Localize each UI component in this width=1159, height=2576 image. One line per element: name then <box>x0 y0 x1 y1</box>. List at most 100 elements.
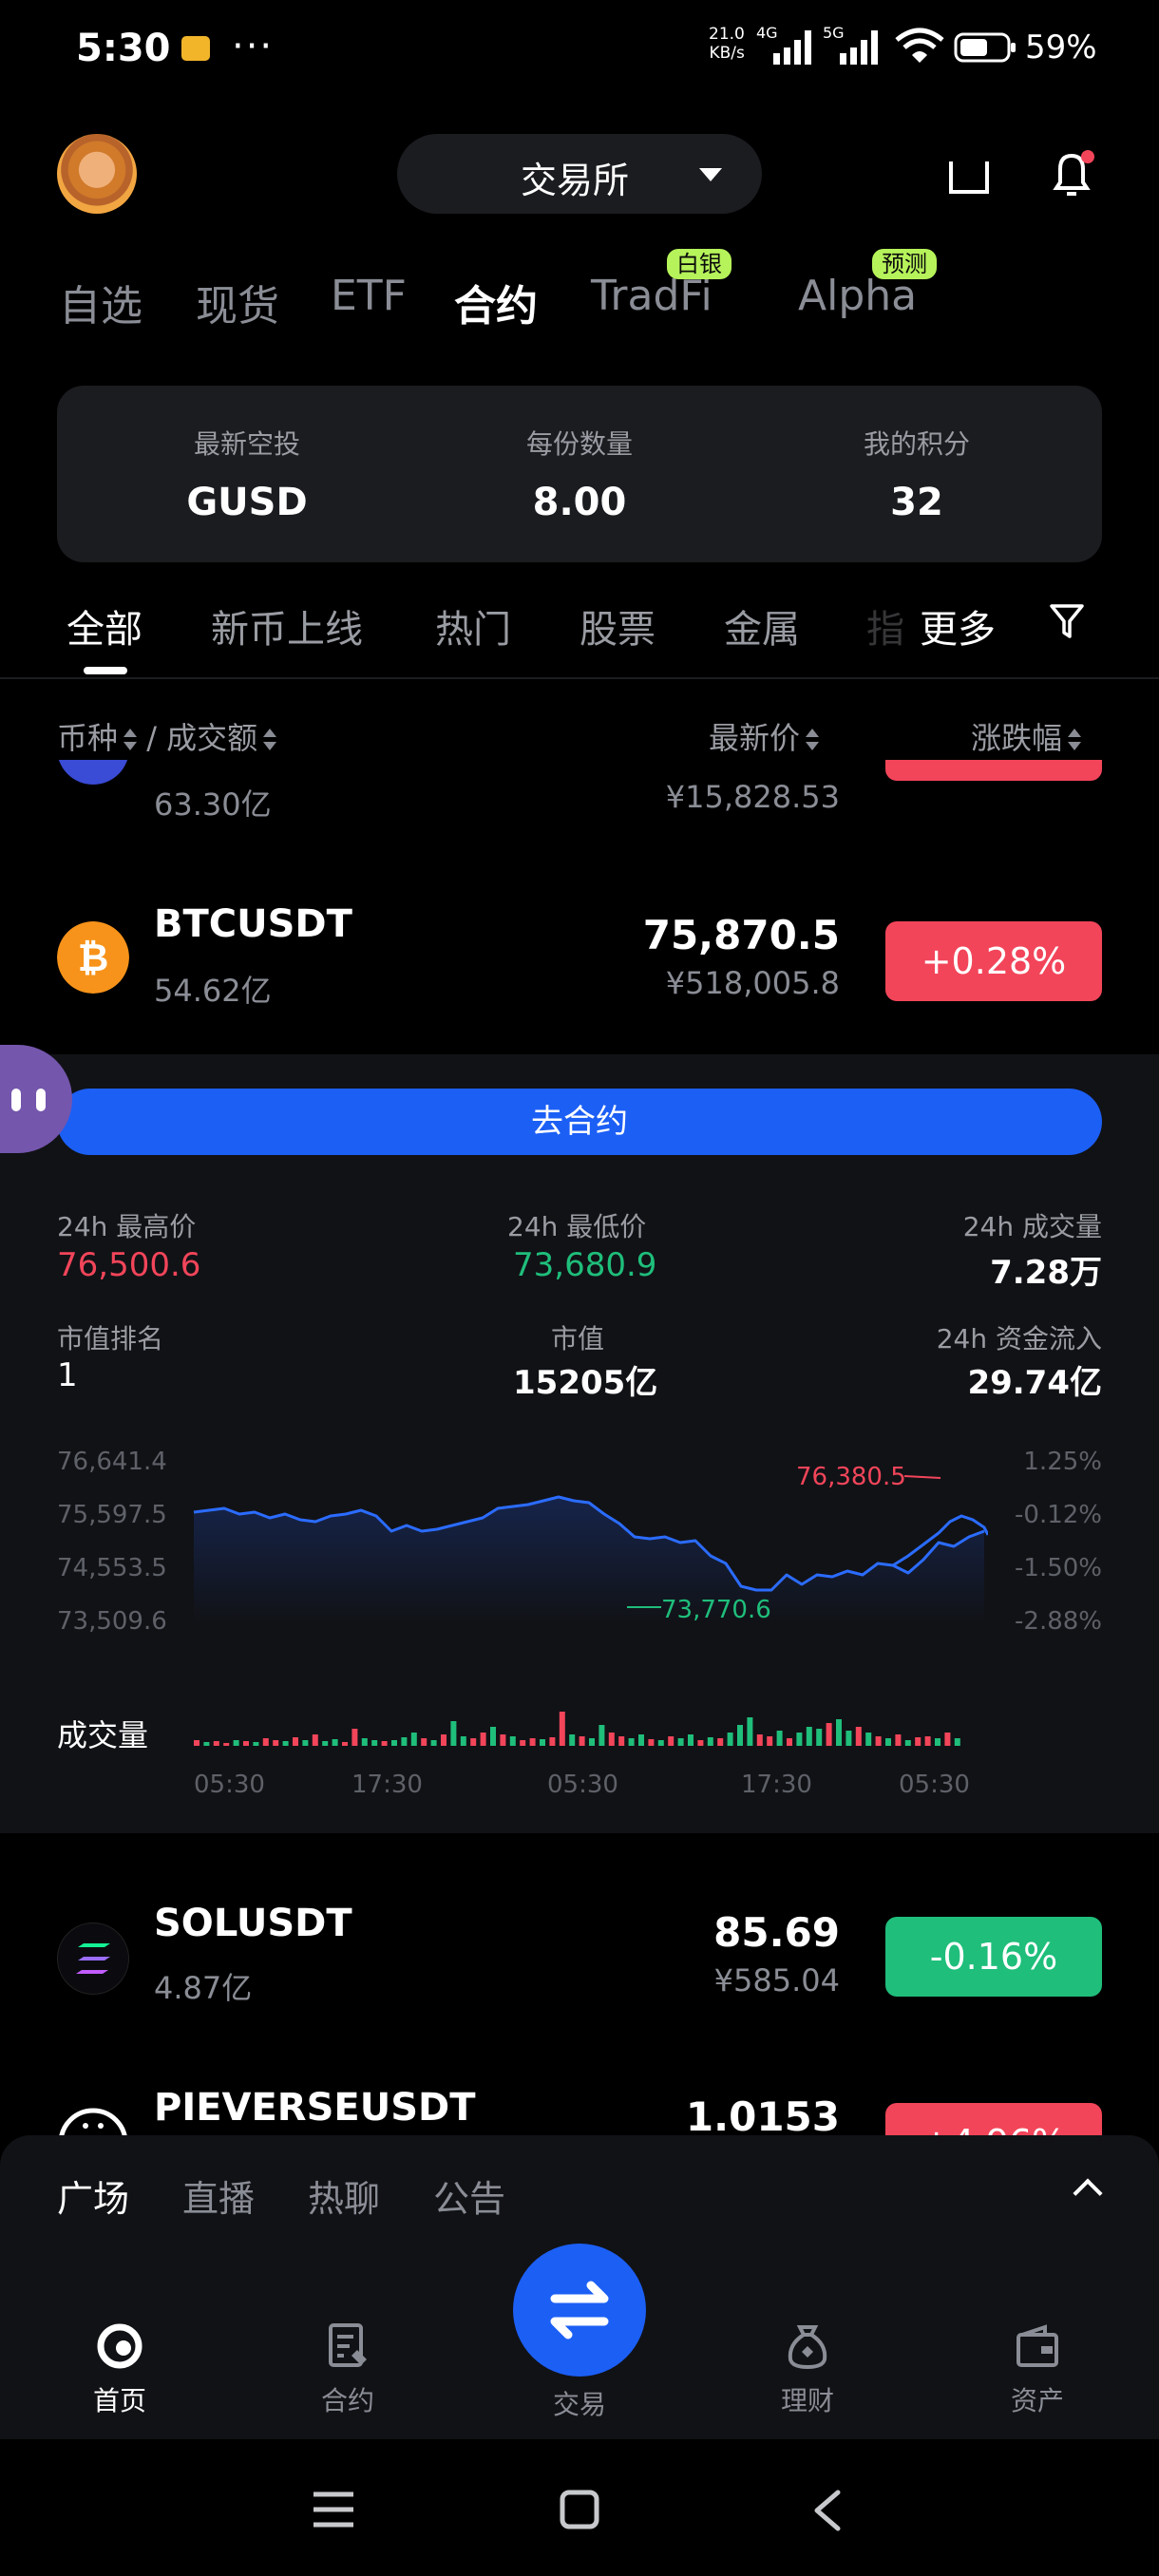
volume-bar <box>737 1725 743 1746</box>
sort-icon <box>806 729 820 751</box>
volume-bar <box>668 1736 674 1746</box>
airdrop-points-label: 我的积分 <box>863 428 970 460</box>
category-metals[interactable]: 金属 <box>724 598 800 653</box>
change-badge[interactable]: -0.16% <box>885 1917 1102 1997</box>
tab-etf[interactable]: ETF <box>331 272 407 320</box>
volume-bar <box>569 1734 576 1746</box>
nav-earn[interactable]: 理财 <box>741 2321 874 2418</box>
volume-bar <box>223 1743 230 1746</box>
change-badge[interactable]: +0.28% <box>885 921 1102 1001</box>
nav-contract[interactable]: 合约 <box>281 2321 414 2418</box>
coin-price-cny: ¥518,005.8 <box>665 965 840 1001</box>
nav-home[interactable]: 首页 <box>53 2321 186 2418</box>
earn-icon <box>788 2325 827 2370</box>
scan-icon[interactable] <box>948 158 990 196</box>
change-badge[interactable]: +4.96% <box>885 2103 1102 2135</box>
volume-label: 成交量 <box>57 1717 149 1753</box>
stat-rank-label: 市值排名 <box>57 1323 164 1354</box>
volume-bar <box>262 1738 269 1746</box>
volume-bar <box>697 1740 704 1746</box>
signal-4g-label: 4G <box>756 25 778 42</box>
volume-bar <box>727 1733 733 1746</box>
tab-spot[interactable]: 现货 <box>196 272 279 332</box>
volume-bar <box>342 1742 348 1746</box>
volume-bar <box>875 1736 882 1746</box>
column-header-coin[interactable]: 币种 / 成交额 <box>57 714 277 758</box>
stat-inflow-value: 29.74亿 <box>967 1364 1102 1402</box>
volume-bar <box>361 1738 368 1746</box>
tab-favorites[interactable]: 自选 <box>59 272 142 332</box>
volume-bar <box>895 1734 902 1746</box>
nav-assets-label: 资产 <box>1010 2385 1064 2416</box>
category-hot[interactable]: 热门 <box>435 598 511 653</box>
volume-bar <box>450 1721 457 1746</box>
sort-icon <box>263 729 277 751</box>
column-header-change[interactable]: 涨跌幅 <box>971 714 1082 758</box>
stat-high-label: 24h 最高价 <box>57 1211 197 1242</box>
nav-trade[interactable]: 交易 <box>513 2384 646 2422</box>
nav-contract-label: 合约 <box>320 2385 374 2416</box>
volume-bar <box>480 1733 486 1746</box>
back-icon[interactable] <box>809 2489 844 2532</box>
nav-trade-button[interactable] <box>513 2244 646 2377</box>
airdrop-card[interactable]: 最新空投 GUSD 每份数量 8.00 我的积分 32 <box>57 386 1102 562</box>
coin-row-pieverseusdt[interactable]: PIEVERSEUSDT 1.0153 +4.96% <box>0 2080 1159 2135</box>
stat-volume-value: 7.28万 <box>990 1254 1102 1292</box>
chevron-down-icon <box>699 168 722 181</box>
tab-chat[interactable]: 热聊 <box>308 2169 380 2222</box>
volume-bar <box>509 1736 516 1746</box>
volume-bar <box>816 1729 823 1746</box>
volume-bar <box>589 1738 595 1746</box>
volume-bar <box>391 1740 397 1746</box>
more-notifications-icon: ··· <box>232 25 275 68</box>
volume-bar <box>352 1729 358 1746</box>
category-more[interactable]: 更多 <box>920 598 996 653</box>
tab-announcements[interactable]: 公告 <box>433 2169 505 2222</box>
coin-row-solusdt[interactable]: SOLUSDT 4.87亿 85.69 ¥585.04 -0.16% <box>0 1873 1159 2025</box>
category-stocks[interactable]: 股票 <box>580 598 656 653</box>
category-index-partial[interactable]: 指 <box>866 598 904 653</box>
nav-assets[interactable]: 资产 <box>971 2321 1104 2418</box>
airdrop-amount-value: 8.00 <box>532 481 627 524</box>
volume-bar <box>559 1712 565 1746</box>
volume-bar <box>618 1736 625 1746</box>
coin-symbol: PIEVERSEUSDT <box>154 2086 476 2130</box>
category-all[interactable]: 全部 <box>66 598 142 653</box>
column-header-price[interactable]: 最新价 <box>709 714 820 758</box>
tab-futures[interactable]: 合约 <box>454 272 538 332</box>
volume-bar <box>787 1738 792 1746</box>
menu-icon[interactable] <box>312 2491 355 2529</box>
home-square-icon[interactable] <box>559 2489 600 2530</box>
y-axis-pct-label: -1.50% <box>1015 1554 1102 1582</box>
coin-symbol: SOLUSDT <box>154 1902 352 1945</box>
coin-detail-panel: 去合约 24h 最高价 76,500.6 24h 最低价 73,680.9 24… <box>0 1054 1159 1833</box>
volume-bar <box>500 1734 506 1746</box>
chart-low-leader <box>627 1606 661 1608</box>
chevron-up-icon[interactable] <box>1073 2178 1103 2208</box>
tab-live[interactable]: 直播 <box>182 2169 255 2222</box>
filter-icon[interactable] <box>1049 602 1085 640</box>
volume-bar <box>924 1736 931 1746</box>
volume-bar <box>213 1741 219 1746</box>
signal-5g-icon: 5G <box>823 25 878 65</box>
stat-mcap-label: 市值 <box>551 1323 605 1354</box>
volume-bar <box>549 1737 556 1746</box>
x-axis-time-label: 17:30 <box>741 1771 812 1799</box>
y-axis-price-label: 74,553.5 <box>57 1554 167 1582</box>
coin-row-partial[interactable]: 63.30亿 ¥15,828.53 <box>0 760 1159 817</box>
volume-bar <box>865 1733 872 1746</box>
tabs-divider <box>0 677 1159 679</box>
avatar[interactable] <box>57 134 137 214</box>
coin-row-btcusdt[interactable]: ₿ BTCUSDT 54.62亿 75,870.5 ¥518,005.8 +0.… <box>0 893 1159 1054</box>
go-to-futures-button[interactable]: 去合约 <box>57 1089 1102 1155</box>
volume-bar <box>688 1734 694 1746</box>
signal-4g-icon: 4G <box>756 25 811 65</box>
y-axis-pct-label: -0.12% <box>1015 1501 1102 1529</box>
exchange-switcher[interactable]: 交易所 <box>397 134 762 214</box>
sort-price-label: 最新价 <box>709 720 801 756</box>
tab-square[interactable]: 广场 <box>57 2169 129 2222</box>
coin-volume: 63.30亿 <box>154 786 272 817</box>
bell-icon[interactable] <box>1049 148 1096 199</box>
category-new-listing[interactable]: 新币上线 <box>211 598 363 653</box>
wallet-icon <box>1016 2324 1058 2367</box>
